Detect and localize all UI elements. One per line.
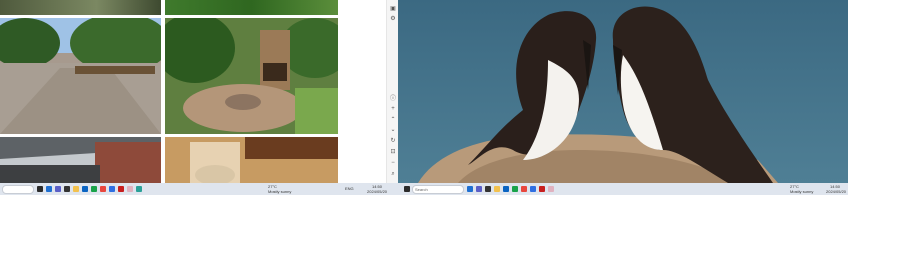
interior-photo: [165, 137, 338, 183]
patio-photo: [0, 137, 161, 183]
weather-text[interactable]: Mostly sunny: [268, 189, 291, 194]
edge-icon[interactable]: [46, 186, 52, 192]
outlook-icon-right[interactable]: [503, 186, 509, 192]
document-margin: [338, 0, 388, 183]
chevron-up-icon[interactable]: ⌃: [388, 117, 398, 124]
photo-tile-lawn[interactable]: [165, 0, 338, 15]
chrome-icon[interactable]: [100, 186, 106, 192]
weather-text-right[interactable]: Mostly sunny: [790, 189, 813, 194]
excel-icon-right[interactable]: [512, 186, 518, 192]
clock-date[interactable]: 2024/05/20: [367, 189, 387, 194]
firepit-photo: [165, 18, 338, 134]
photo-tile-firepit[interactable]: [165, 18, 338, 134]
zoom-in-icon[interactable]: +: [388, 106, 398, 113]
language-indicator[interactable]: ENG: [345, 186, 354, 191]
task-view-icon[interactable]: [37, 186, 43, 192]
rotate-icon[interactable]: ↻: [388, 138, 398, 145]
store-icon-right[interactable]: [485, 186, 491, 192]
desktop-screen: ▣ ⚙ ⓘ + ⌃ ⌄ ↻ ⊡ − ⌕ 27°C Mostly sunny EN…: [0, 0, 848, 195]
fit-icon[interactable]: ⊡: [388, 149, 398, 156]
taskbar-search-input-right[interactable]: Search: [412, 184, 464, 194]
app-icon[interactable]: [136, 186, 142, 192]
save-icon[interactable]: ▣: [388, 6, 398, 13]
edge-icon-right[interactable]: [467, 186, 473, 192]
photo-tile-patio[interactable]: [0, 137, 161, 183]
pdf-icon[interactable]: [118, 186, 124, 192]
outlook-icon[interactable]: [82, 186, 88, 192]
chevron-down-icon[interactable]: ⌄: [388, 127, 398, 134]
store-icon[interactable]: [64, 186, 70, 192]
photo-tile-garden[interactable]: [0, 0, 161, 15]
chrome-icon-right[interactable]: [521, 186, 527, 192]
excel-icon[interactable]: [91, 186, 97, 192]
photo-tile-interior[interactable]: [165, 137, 338, 183]
driveway-photo: [0, 18, 161, 134]
zoom-out-icon[interactable]: −: [388, 160, 398, 167]
file-explorer-icon[interactable]: [73, 186, 79, 192]
photos-icon[interactable]: [127, 186, 133, 192]
photo-viewer-image[interactable]: [398, 0, 848, 184]
seabirds-photo: [398, 0, 848, 184]
taskbar-search-input[interactable]: [2, 184, 34, 194]
clock-date-right[interactable]: 2024/05/20: [826, 189, 846, 194]
teams-icon[interactable]: [55, 186, 61, 192]
search-icon[interactable]: ⌕: [388, 171, 398, 178]
photos-icon-right[interactable]: [548, 186, 554, 192]
file-explorer-icon-right[interactable]: [494, 186, 500, 192]
settings-icon[interactable]: ⚙: [388, 16, 398, 23]
taskbar-left: 27°C Mostly sunny ENG 14:50 2024/05/20: [0, 183, 398, 195]
word-icon-right[interactable]: [530, 186, 536, 192]
start-icon[interactable]: [404, 186, 410, 192]
teams-icon-right[interactable]: [476, 186, 482, 192]
taskbar-right: Search 27°C Mostly sunny 14:50 2024/05/2…: [398, 183, 848, 195]
photo-tile-driveway[interactable]: [0, 18, 161, 134]
info-icon[interactable]: ⓘ: [388, 96, 398, 103]
word-icon[interactable]: [109, 186, 115, 192]
pdf-icon-right[interactable]: [539, 186, 545, 192]
